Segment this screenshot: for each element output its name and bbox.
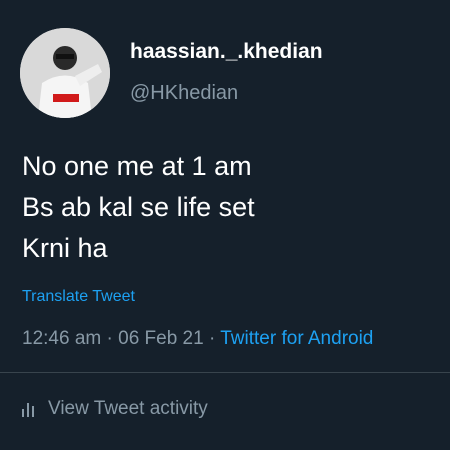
user-handle[interactable]: @HKhedian bbox=[130, 82, 238, 105]
bar-chart-icon bbox=[22, 401, 36, 417]
tweet-text-line: Krni ha bbox=[22, 233, 108, 263]
translate-tweet-link[interactable]: Translate Tweet bbox=[22, 288, 135, 306]
tweet-text-line: No one me at 1 am bbox=[22, 151, 252, 181]
meta-separator: · bbox=[203, 328, 221, 349]
tweet-time[interactable]: 12:46 am bbox=[22, 328, 101, 349]
view-tweet-activity-button[interactable]: View Tweet activity bbox=[22, 398, 208, 420]
tweet-detail: haassian._.khedian @HKhedian No one me a… bbox=[0, 0, 450, 450]
divider bbox=[0, 372, 450, 373]
meta-separator: · bbox=[101, 328, 119, 349]
tweet-metadata: 12:46 am · 06 Feb 21 · Twitter for Andro… bbox=[22, 328, 373, 350]
avatar-image bbox=[20, 28, 110, 118]
tweet-text: No one me at 1 am Bs ab kal se life set … bbox=[22, 146, 255, 269]
display-name[interactable]: haassian._.khedian bbox=[130, 40, 323, 64]
view-tweet-activity-label: View Tweet activity bbox=[48, 398, 208, 419]
tweet-source-link[interactable]: Twitter for Android bbox=[220, 328, 373, 349]
avatar[interactable] bbox=[20, 28, 110, 118]
tweet-date[interactable]: 06 Feb 21 bbox=[118, 328, 204, 349]
tweet-text-line: Bs ab kal se life set bbox=[22, 192, 255, 222]
